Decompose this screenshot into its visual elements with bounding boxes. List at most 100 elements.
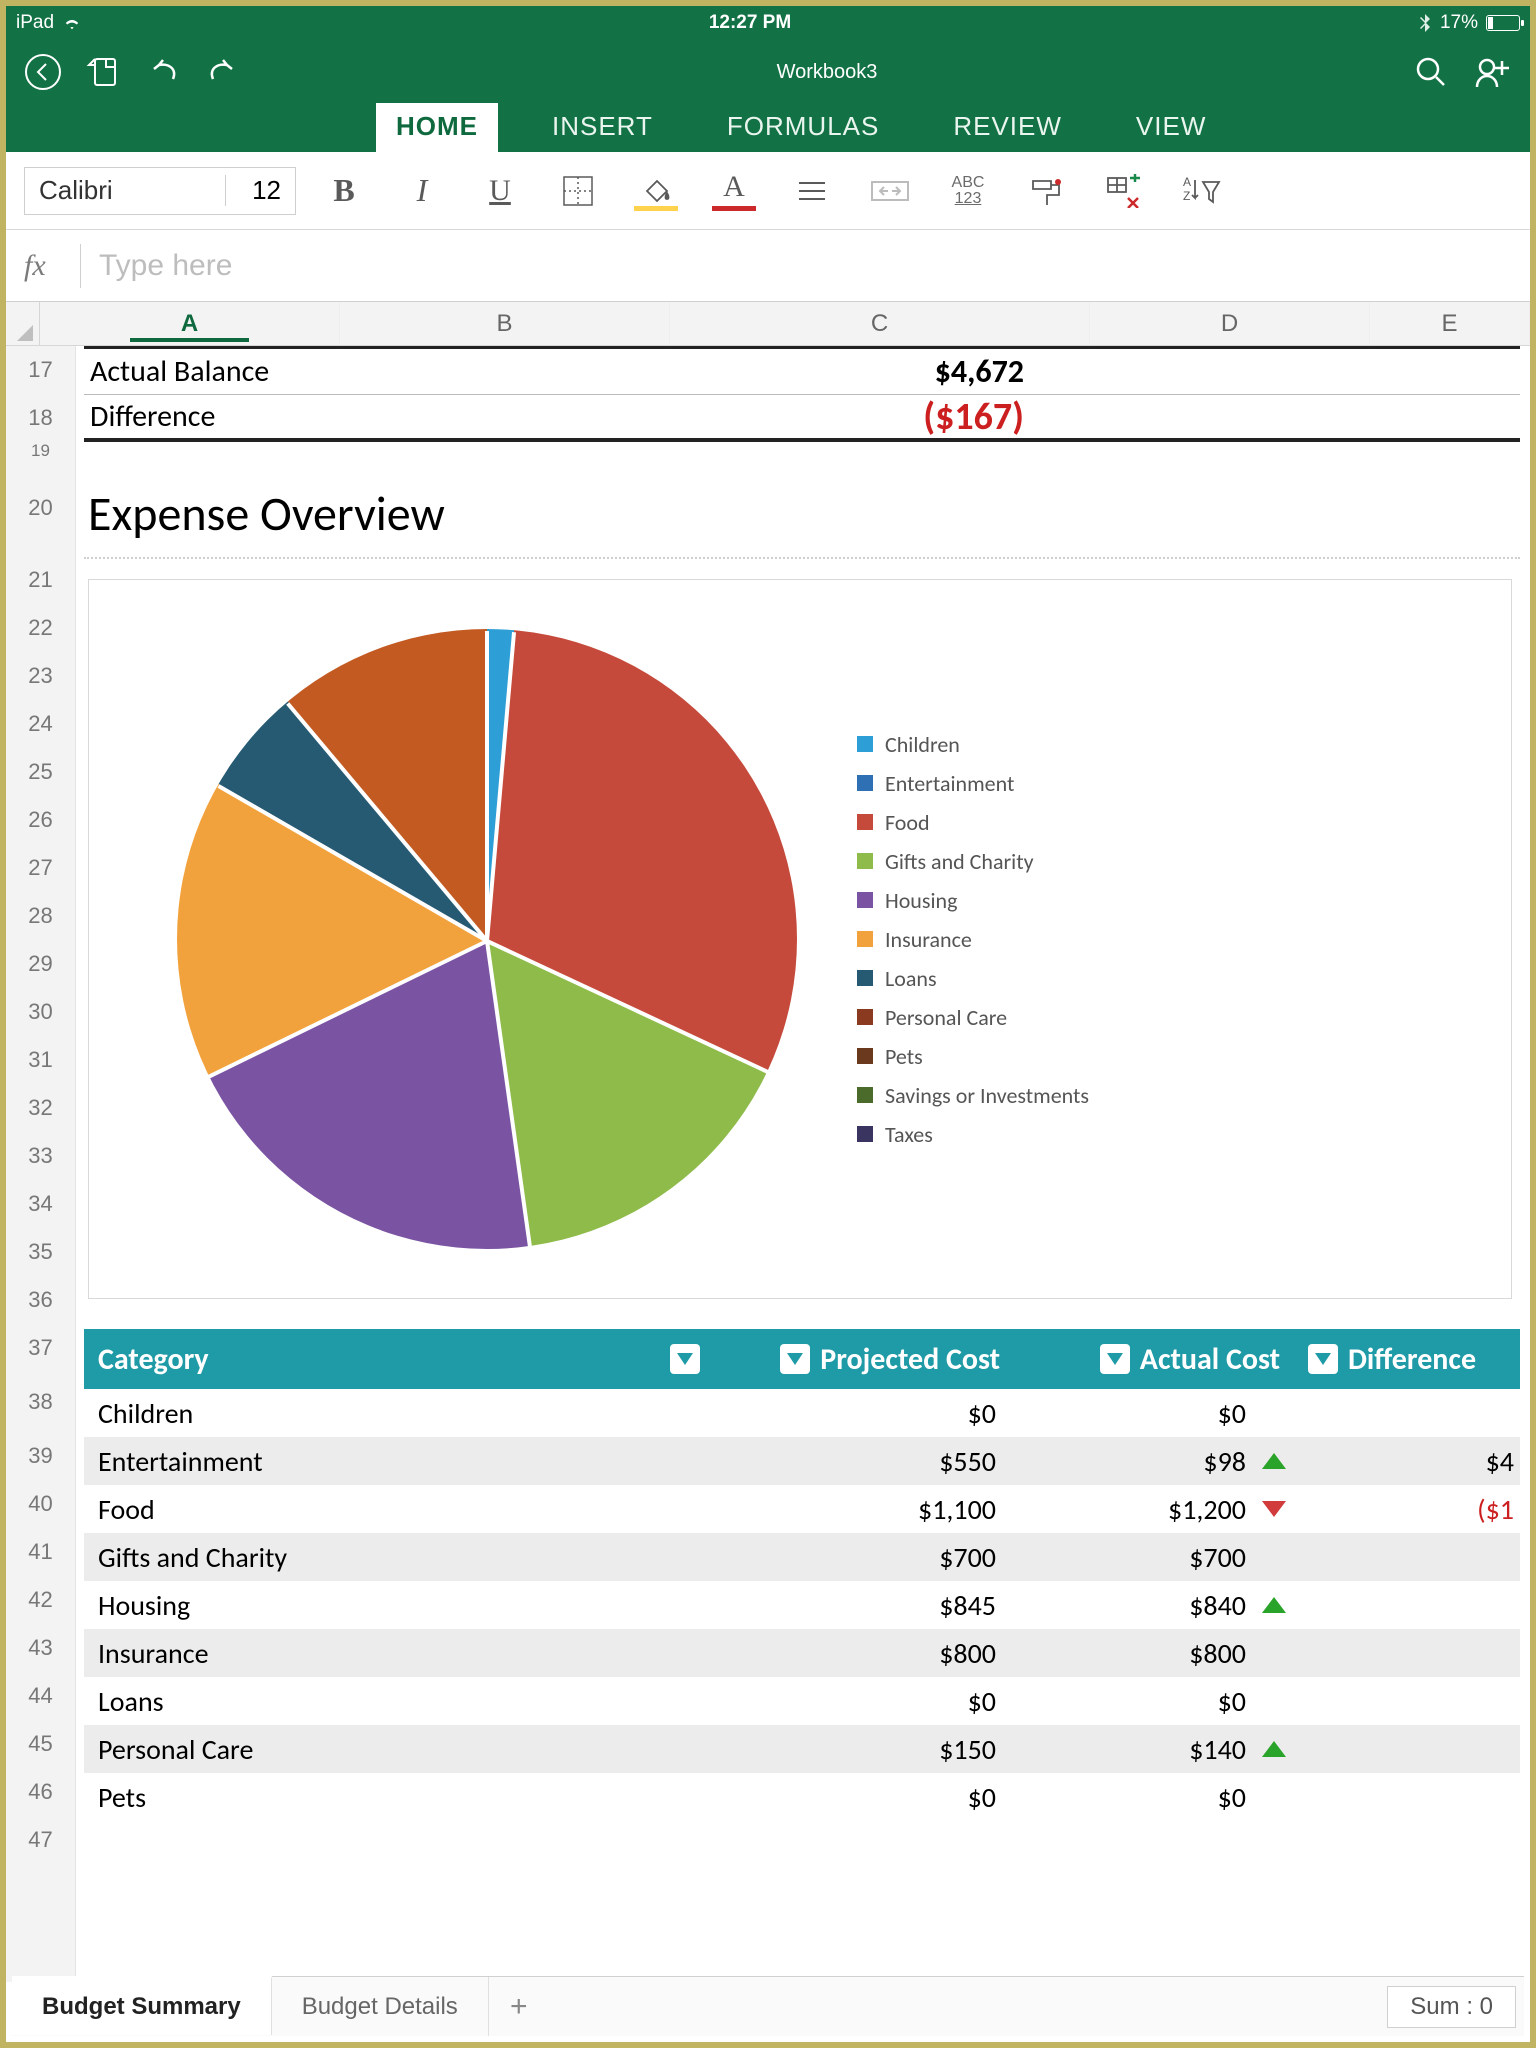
workbook-title: Workbook3 (246, 61, 1408, 84)
row-22[interactable]: 22 (6, 604, 75, 652)
row-28[interactable]: 28 (6, 892, 75, 940)
fill-color-button[interactable] (626, 165, 686, 217)
row-27[interactable]: 27 (6, 844, 75, 892)
file-button[interactable] (80, 49, 126, 95)
cell-projected: $700 (714, 1540, 1014, 1575)
table-row[interactable]: Children$0$0 (84, 1389, 1520, 1437)
row-40[interactable]: 40 (6, 1480, 75, 1528)
align-button[interactable] (782, 165, 842, 217)
row-20[interactable]: 20 (6, 460, 75, 556)
row-41[interactable]: 41 (6, 1528, 75, 1576)
row-43[interactable]: 43 (6, 1624, 75, 1672)
svg-text:A: A (1183, 175, 1191, 189)
row-36[interactable]: 36 (6, 1276, 75, 1324)
select-all-corner[interactable] (6, 302, 40, 345)
borders-button[interactable] (548, 165, 608, 217)
row-headers: 17 18 19 20 21 22 23 24 25 26 27 28 29 3… (6, 346, 76, 1982)
sheet-tab-budget-details[interactable]: Budget Details (272, 1977, 489, 2036)
row-19[interactable]: 19 (6, 442, 75, 460)
row-38[interactable]: 38 (6, 1372, 75, 1432)
col-B[interactable]: B (340, 302, 670, 345)
formula-bar[interactable]: fx Type here (6, 230, 1530, 302)
row-18[interactable]: 18 (6, 394, 75, 442)
row-35[interactable]: 35 (6, 1228, 75, 1276)
format-painter-button[interactable] (1016, 165, 1076, 217)
row-33[interactable]: 33 (6, 1132, 75, 1180)
table-row[interactable]: Personal Care$150$140 (84, 1725, 1520, 1773)
row-17[interactable]: 17 (6, 346, 75, 394)
merge-button[interactable] (860, 165, 920, 217)
tab-insert[interactable]: INSERT (532, 103, 673, 152)
filter-difference[interactable] (1308, 1344, 1338, 1374)
table-row[interactable]: Food$1,100$1,200($1 (84, 1485, 1520, 1533)
bold-button[interactable]: B (314, 165, 374, 217)
legend-savings: Savings or Investments (885, 1082, 1089, 1109)
table-row[interactable]: Pets$0$0 (84, 1773, 1520, 1821)
col-E[interactable]: E (1370, 302, 1530, 345)
row-25[interactable]: 25 (6, 748, 75, 796)
table-row[interactable]: Gifts and Charity$700$700 (84, 1533, 1520, 1581)
row-44[interactable]: 44 (6, 1672, 75, 1720)
font-size[interactable]: 12 (225, 175, 295, 206)
row-26[interactable]: 26 (6, 796, 75, 844)
table-row[interactable]: Entertainment$550$98$4 (84, 1437, 1520, 1485)
row-21[interactable]: 21 (6, 556, 75, 604)
th-difference: Difference (1348, 1341, 1476, 1378)
table-row[interactable]: Housing$845$840 (84, 1581, 1520, 1629)
filter-actual[interactable] (1100, 1344, 1130, 1374)
font-picker[interactable]: Calibri 12 (24, 167, 296, 215)
sheet-tab-bar: Budget Summary Budget Details + Sum : 0 (12, 1976, 1524, 2036)
dotted-divider (84, 557, 1520, 559)
back-button[interactable] (20, 49, 66, 95)
font-color-button[interactable]: A (704, 165, 764, 217)
share-button[interactable] (1470, 49, 1516, 95)
ios-status-bar: iPad 12:27 PM 17% (6, 6, 1530, 40)
row-24[interactable]: 24 (6, 700, 75, 748)
tab-view[interactable]: VIEW (1116, 103, 1226, 152)
redo-button[interactable] (200, 49, 246, 95)
row-23[interactable]: 23 (6, 652, 75, 700)
sheet-tab-budget-summary[interactable]: Budget Summary (12, 1976, 272, 2035)
row-29[interactable]: 29 (6, 940, 75, 988)
legend-loans: Loans (885, 965, 937, 992)
row-30[interactable]: 30 (6, 988, 75, 1036)
cell-actual: $1,200 (1014, 1492, 1254, 1527)
actual-balance-row[interactable]: Actual Balance $4,672 (84, 346, 1520, 394)
table-row[interactable]: Insurance$800$800 (84, 1629, 1520, 1677)
add-sheet-button[interactable]: + (489, 1990, 549, 2024)
row-47[interactable]: 47 (6, 1816, 75, 1864)
col-A[interactable]: A (40, 302, 340, 345)
difference-value: ($167) (544, 394, 1024, 440)
expense-pie-chart[interactable]: Children Entertainment Food Gifts and Ch… (88, 579, 1512, 1299)
number-format-button[interactable]: ABC123 (938, 165, 998, 217)
filter-projected[interactable] (780, 1344, 810, 1374)
row-46[interactable]: 46 (6, 1768, 75, 1816)
italic-button[interactable]: I (392, 165, 452, 217)
col-D[interactable]: D (1090, 302, 1370, 345)
difference-row[interactable]: Difference ($167) (84, 394, 1520, 442)
row-32[interactable]: 32 (6, 1084, 75, 1132)
row-31[interactable]: 31 (6, 1036, 75, 1084)
legend-gifts: Gifts and Charity (885, 848, 1034, 875)
row-42[interactable]: 42 (6, 1576, 75, 1624)
undo-button[interactable] (140, 49, 186, 95)
fx-label: fx (24, 249, 80, 283)
tab-formulas[interactable]: FORMULAS (707, 103, 899, 152)
sort-filter-button[interactable]: AZ (1172, 165, 1232, 217)
filter-category[interactable] (670, 1344, 700, 1374)
tab-review[interactable]: REVIEW (933, 103, 1082, 152)
formula-input[interactable]: Type here (99, 249, 232, 283)
col-C[interactable]: C (670, 302, 1090, 345)
row-37[interactable]: 37 (6, 1324, 75, 1372)
row-34[interactable]: 34 (6, 1180, 75, 1228)
underline-button[interactable]: U (470, 165, 530, 217)
tab-home[interactable]: HOME (376, 103, 498, 152)
search-button[interactable] (1408, 49, 1454, 95)
font-name[interactable]: Calibri (25, 175, 225, 206)
row-39[interactable]: 39 (6, 1432, 75, 1480)
table-row[interactable]: Loans$0$0 (84, 1677, 1520, 1725)
row-45[interactable]: 45 (6, 1720, 75, 1768)
cell-projected: $0 (714, 1684, 1014, 1719)
bluetooth-icon (1418, 14, 1432, 32)
insert-delete-button[interactable] (1094, 165, 1154, 217)
